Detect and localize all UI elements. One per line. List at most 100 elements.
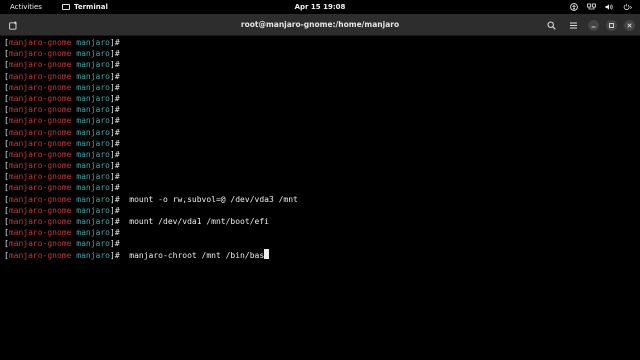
prompt-dir: manjaro	[76, 49, 110, 59]
prompt-dir: manjaro	[76, 127, 110, 137]
terminal-line: [manjaro-gnome manjaro]#	[4, 115, 640, 126]
prompt-symbol: ]#	[110, 116, 120, 126]
prompt-symbol: ]#	[110, 138, 120, 148]
terminal-line: [manjaro-gnome manjaro]# mount -o rw,sub…	[4, 194, 640, 205]
power-icon[interactable]	[623, 0, 632, 14]
prompt-dir: manjaro	[76, 116, 110, 126]
prompt-symbol: ]#	[110, 127, 120, 137]
prompt-symbol: ]#	[110, 228, 120, 238]
prompt-dir: manjaro	[76, 228, 110, 238]
prompt-dir: manjaro	[76, 105, 110, 115]
command-text: mount /dev/vda1 /mnt/boot/efi	[129, 217, 269, 226]
prompt-dir: manjaro	[76, 93, 110, 103]
prompt-symbol: ]#	[110, 105, 120, 115]
prompt-host: manjaro-gnome	[8, 105, 72, 115]
terminal-line: [manjaro-gnome manjaro]#	[4, 149, 640, 160]
minimize-icon	[591, 26, 596, 27]
prompt-host: manjaro-gnome	[8, 127, 72, 137]
command-text: mount -o rw,subvol=@ /dev/vda3 /mnt	[129, 194, 298, 204]
text-cursor	[264, 249, 270, 260]
terminal-line: [manjaro-gnome manjaro]#	[4, 93, 640, 104]
terminal-line: [manjaro-gnome manjaro]#	[4, 182, 640, 193]
prompt-symbol: ]#	[110, 194, 120, 204]
minimize-button[interactable]	[588, 19, 599, 31]
prompt-symbol: ]#	[110, 217, 120, 226]
maximize-icon	[609, 22, 614, 28]
prompt-host: manjaro-gnome	[8, 239, 72, 249]
terminal-line: [manjaro-gnome manjaro]#	[4, 238, 640, 249]
menu-button[interactable]	[566, 18, 580, 32]
prompt-dir: manjaro	[76, 172, 110, 182]
prompt-symbol: ]#	[110, 250, 120, 260]
system-tray[interactable]	[569, 0, 632, 14]
prompt-symbol: ]#	[110, 49, 120, 59]
prompt-dir: manjaro	[76, 60, 110, 70]
prompt-host: manjaro-gnome	[8, 217, 72, 226]
prompt-host: manjaro-gnome	[8, 49, 72, 59]
terminal-line: [manjaro-gnome manjaro]# mount /dev/vda1…	[4, 216, 640, 227]
prompt-symbol: ]#	[110, 161, 120, 171]
prompt-host: manjaro-gnome	[8, 149, 72, 159]
prompt-dir: manjaro	[76, 194, 110, 204]
prompt-dir: manjaro	[76, 239, 110, 249]
prompt-dir: manjaro	[76, 205, 110, 215]
prompt-host: manjaro-gnome	[8, 71, 72, 81]
terminal-line: [manjaro-gnome manjaro]#	[4, 59, 640, 70]
terminal-line: [manjaro-gnome manjaro]#	[4, 82, 640, 93]
prompt-host: manjaro-gnome	[8, 172, 72, 182]
prompt-host: manjaro-gnome	[8, 93, 72, 103]
terminal-line: [manjaro-gnome manjaro]#	[4, 138, 640, 149]
prompt-dir: manjaro	[76, 38, 110, 47]
terminal-line: [manjaro-gnome manjaro]#	[4, 171, 640, 182]
prompt-host: manjaro-gnome	[8, 82, 72, 92]
prompt-symbol: ]#	[110, 183, 120, 193]
network-icon[interactable]	[587, 0, 596, 14]
prompt-host: manjaro-gnome	[8, 60, 72, 70]
clock[interactable]: Apr 15 19:08	[0, 0, 640, 14]
prompt-symbol: ]#	[110, 82, 120, 92]
close-button[interactable]	[624, 19, 635, 31]
prompt-dir: manjaro	[76, 217, 110, 226]
prompt-host: manjaro-gnome	[8, 138, 72, 148]
prompt-host: manjaro-gnome	[8, 161, 72, 171]
prompt-dir: manjaro	[76, 250, 110, 260]
terminal-line: [manjaro-gnome manjaro]#	[4, 160, 640, 171]
prompt-symbol: ]#	[110, 38, 120, 47]
accessibility-icon[interactable]	[569, 0, 578, 14]
prompt-dir: manjaro	[76, 82, 110, 92]
gnome-top-bar: Activities Terminal Apr 15 19:08	[0, 0, 640, 14]
prompt-symbol: ]#	[110, 205, 120, 215]
maximize-button[interactable]	[606, 19, 617, 31]
prompt-host: manjaro-gnome	[8, 250, 72, 260]
prompt-symbol: ]#	[110, 71, 120, 81]
terminal-line: [manjaro-gnome manjaro]#	[4, 127, 640, 138]
prompt-host: manjaro-gnome	[8, 38, 72, 47]
prompt-host: manjaro-gnome	[8, 183, 72, 193]
terminal-line: [manjaro-gnome manjaro]#	[4, 37, 640, 48]
prompt-symbol: ]#	[110, 239, 120, 249]
terminal-line: [manjaro-gnome manjaro]# manjaro-chroot …	[4, 249, 640, 261]
terminal-line: [manjaro-gnome manjaro]#	[4, 104, 640, 115]
terminal-headerbar: root@manjaro-gnome:/home/manjaro	[0, 14, 640, 36]
terminal-output[interactable]: [manjaro-gnome manjaro]# [manjaro-gnome m…	[0, 36, 640, 360]
terminal-line: [manjaro-gnome manjaro]#	[4, 205, 640, 216]
prompt-dir: manjaro	[76, 138, 110, 148]
prompt-host: manjaro-gnome	[8, 228, 72, 238]
command-text: manjaro-chroot /mnt /bin/bas	[129, 250, 265, 260]
volume-icon[interactable]	[605, 0, 614, 14]
prompt-host: manjaro-gnome	[8, 194, 72, 204]
prompt-symbol: ]#	[110, 172, 120, 182]
prompt-host: manjaro-gnome	[8, 205, 72, 215]
prompt-dir: manjaro	[76, 71, 110, 81]
search-button[interactable]	[544, 18, 558, 32]
search-icon	[547, 21, 556, 30]
prompt-dir: manjaro	[76, 149, 110, 159]
prompt-symbol: ]#	[110, 93, 120, 103]
hamburger-menu-icon	[569, 22, 577, 28]
terminal-line: [manjaro-gnome manjaro]#	[4, 71, 640, 82]
terminal-line: [manjaro-gnome manjaro]#	[4, 48, 640, 59]
prompt-symbol: ]#	[110, 149, 120, 159]
prompt-host: manjaro-gnome	[8, 116, 72, 126]
terminal-line: [manjaro-gnome manjaro]#	[4, 227, 640, 238]
prompt-dir: manjaro	[76, 161, 110, 171]
